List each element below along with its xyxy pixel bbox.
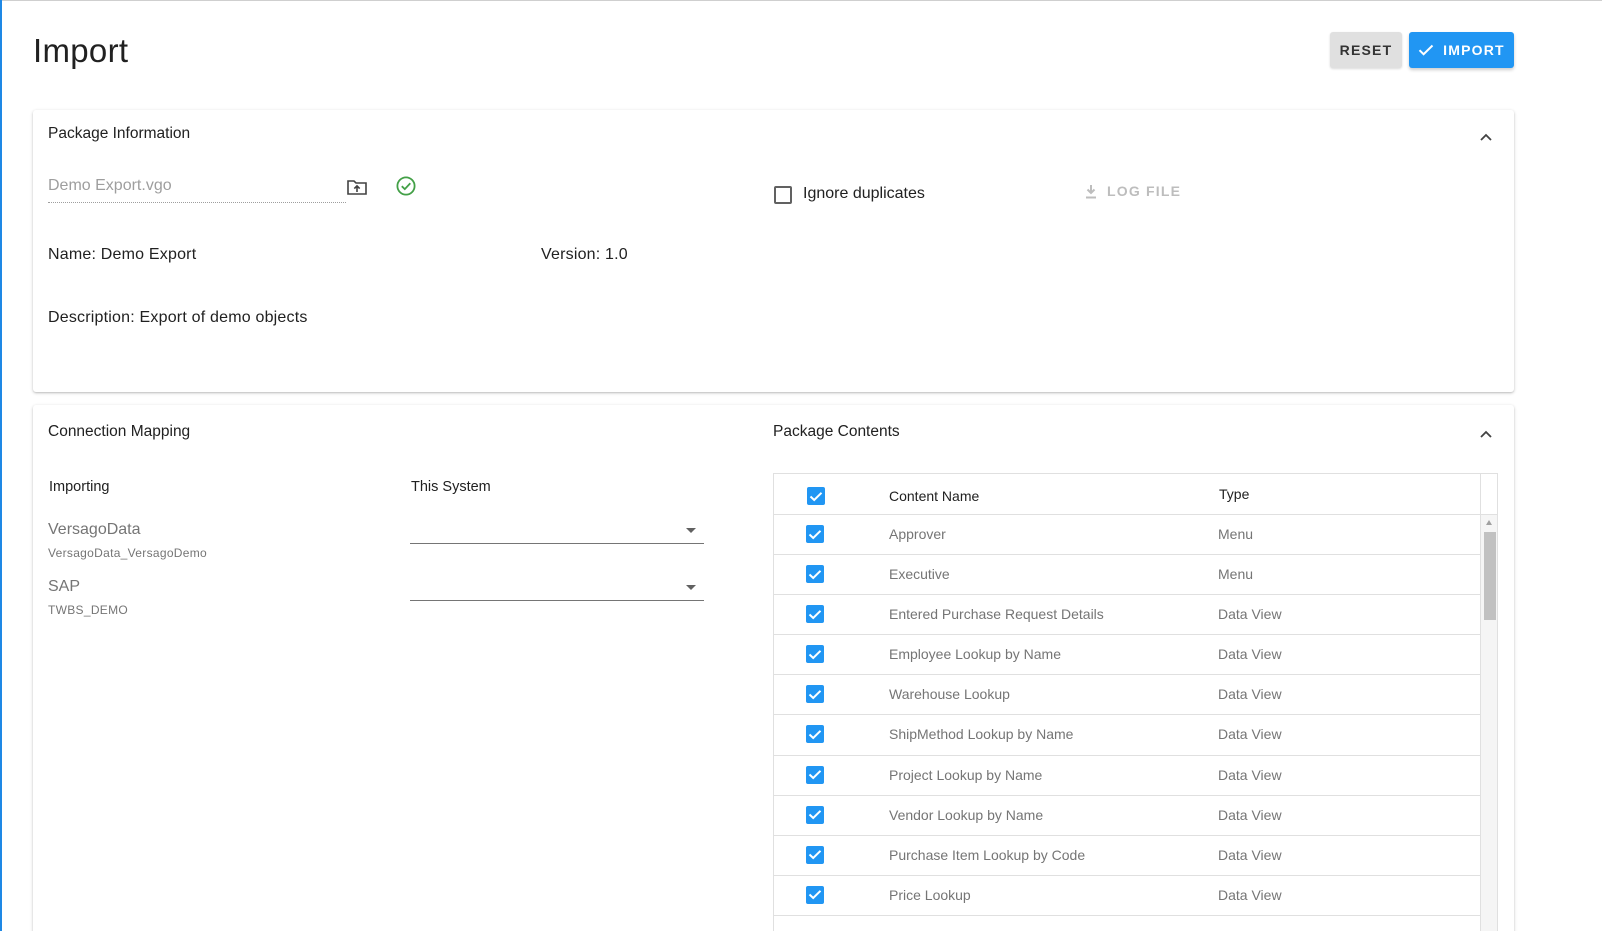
row-checkbox[interactable] xyxy=(806,885,824,904)
log-file-button[interactable]: LOG FILE xyxy=(1085,183,1181,199)
table-header: Content Name Type xyxy=(774,474,1480,515)
checkmark-icon xyxy=(808,850,822,860)
file-input[interactable]: Demo Export.vgo xyxy=(48,177,346,203)
page-title: Import xyxy=(33,32,129,69)
content-name-cell: Employee Lookup by Name xyxy=(889,646,1061,663)
table-row[interactable]: Vendor Lookup by Name Data View xyxy=(774,796,1480,836)
content-name-cell: Approver xyxy=(889,526,946,542)
table-scrollbar[interactable] xyxy=(1480,515,1497,931)
check-circle-icon xyxy=(395,175,417,197)
table-row[interactable]: ShipMethod Lookup by Name Data View xyxy=(774,715,1480,756)
table-row[interactable]: Entered Purchase Request Details Data Vie… xyxy=(774,595,1480,636)
reset-button[interactable]: RESET xyxy=(1330,32,1402,68)
table-row[interactable]: Executive Menu xyxy=(774,555,1480,596)
table-row[interactable]: Approver Menu xyxy=(774,515,1480,556)
checkmark-icon xyxy=(808,529,822,539)
import-button-label: IMPORT xyxy=(1443,42,1505,58)
checkmark-icon xyxy=(808,649,822,660)
table-row[interactable]: Warehouse Lookup Data View xyxy=(774,675,1480,716)
row-checkbox[interactable] xyxy=(806,525,824,543)
checkmark-icon xyxy=(808,810,822,820)
row-checkbox[interactable] xyxy=(806,765,824,784)
checkmark-icon xyxy=(808,730,822,740)
content-type-cell: Data View xyxy=(1218,646,1282,663)
checkmark-icon xyxy=(808,890,822,900)
checkmark-icon xyxy=(808,569,822,579)
this-system-column-header: This System xyxy=(411,479,491,495)
scroll-thumb[interactable] xyxy=(1484,532,1496,620)
connection-mapping-title: Connection Mapping xyxy=(48,423,191,440)
checkmark-icon xyxy=(809,491,823,501)
content-type-cell: Data View xyxy=(1218,766,1282,783)
content-name-cell: Executive xyxy=(889,566,950,583)
content-type-cell: Data View xyxy=(1218,846,1282,863)
upload-folder-icon[interactable] xyxy=(346,176,368,198)
connection-name: SAP xyxy=(48,578,81,595)
row-checkbox[interactable] xyxy=(806,685,824,704)
chevron-up-icon[interactable] xyxy=(1479,427,1493,441)
table-row[interactable]: Employee Lookup by Name Data View xyxy=(774,635,1480,676)
window-top-border xyxy=(0,0,1602,1)
type-header[interactable]: Type xyxy=(1219,486,1249,502)
connection-subtitle: TWBS_DEMO xyxy=(48,603,129,617)
row-checkbox[interactable] xyxy=(806,805,824,824)
content-name-cell: Project Lookup by Name xyxy=(889,766,1043,783)
content-name-cell: Purchase Item Lookup by Code xyxy=(889,846,1086,863)
scroll-up-arrow-icon[interactable] xyxy=(1486,520,1492,525)
row-checkbox[interactable] xyxy=(806,605,824,624)
checkmark-icon xyxy=(808,770,822,780)
package-information-title: Package Information xyxy=(48,125,191,142)
ignore-duplicates-checkbox[interactable] xyxy=(774,186,792,204)
connection-name: VersagoData xyxy=(48,521,141,538)
package-contents-title: Package Contents xyxy=(773,423,900,440)
content-name-cell: Price Lookup xyxy=(889,886,971,903)
checkmark-icon xyxy=(808,609,822,620)
ignore-duplicates-label: Ignore duplicates xyxy=(803,185,925,202)
log-file-label: LOG FILE xyxy=(1107,183,1182,199)
check-icon xyxy=(1418,44,1434,56)
content-name-header[interactable]: Content Name xyxy=(889,488,979,504)
row-checkbox[interactable] xyxy=(806,565,824,584)
header-scroll-spacer xyxy=(1480,474,1497,515)
reset-button-label: RESET xyxy=(1339,42,1393,58)
content-type-cell: Data View xyxy=(1218,726,1282,743)
content-type-cell: Data View xyxy=(1218,886,1282,903)
connection-subtitle: VersagoData_VersagoDemo xyxy=(48,546,207,560)
content-type-cell: Data View xyxy=(1218,606,1282,623)
dropdown-caret-icon xyxy=(686,528,696,533)
package-information-card: Package Information Demo Export.vgo Igno… xyxy=(33,110,1514,392)
content-type-cell: Menu xyxy=(1218,566,1254,583)
select-all-checkbox[interactable] xyxy=(807,487,825,505)
mapping-and-contents-card: Connection Mapping Importing This System… xyxy=(33,405,1514,931)
connection-select-versagodata[interactable] xyxy=(410,520,704,544)
window-left-border xyxy=(0,0,2,931)
content-type-cell: Menu xyxy=(1218,526,1254,542)
row-checkbox[interactable] xyxy=(806,725,824,744)
content-name-cell: ShipMethod Lookup by Name xyxy=(889,726,1074,743)
package-contents-table: Content Name Type Approver Menu Executive M… xyxy=(773,473,1498,931)
checkmark-icon xyxy=(808,689,822,700)
table-body: Approver Menu Executive Menu Entered Purchas… xyxy=(774,515,1480,916)
table-row[interactable]: Purchase Item Lookup by Code Data View xyxy=(774,836,1480,876)
download-icon xyxy=(1086,184,1096,198)
content-type-cell: Data View xyxy=(1218,686,1282,703)
dropdown-caret-icon xyxy=(686,585,696,590)
import-button[interactable]: IMPORT xyxy=(1409,32,1514,68)
package-description: Description: Export of demo objects xyxy=(48,309,308,326)
file-input-value: Demo Export.vgo xyxy=(48,177,172,194)
chevron-up-icon[interactable] xyxy=(1479,130,1493,144)
table-row[interactable]: Project Lookup by Name Data View xyxy=(774,756,1480,796)
importing-column-header: Importing xyxy=(49,479,110,495)
content-name-cell: Warehouse Lookup xyxy=(889,686,1010,703)
content-type-cell: Data View xyxy=(1218,806,1282,823)
connection-select-sap[interactable] xyxy=(410,577,704,601)
row-checkbox[interactable] xyxy=(806,645,824,664)
content-name-cell: Entered Purchase Request Details xyxy=(889,606,1104,623)
row-checkbox[interactable] xyxy=(806,845,824,864)
package-name: Name: Demo Export xyxy=(48,246,197,263)
package-version: Version: 1.0 xyxy=(541,246,628,263)
content-name-cell: Vendor Lookup by Name xyxy=(889,806,1044,823)
table-row[interactable]: Price Lookup Data View xyxy=(774,876,1480,916)
